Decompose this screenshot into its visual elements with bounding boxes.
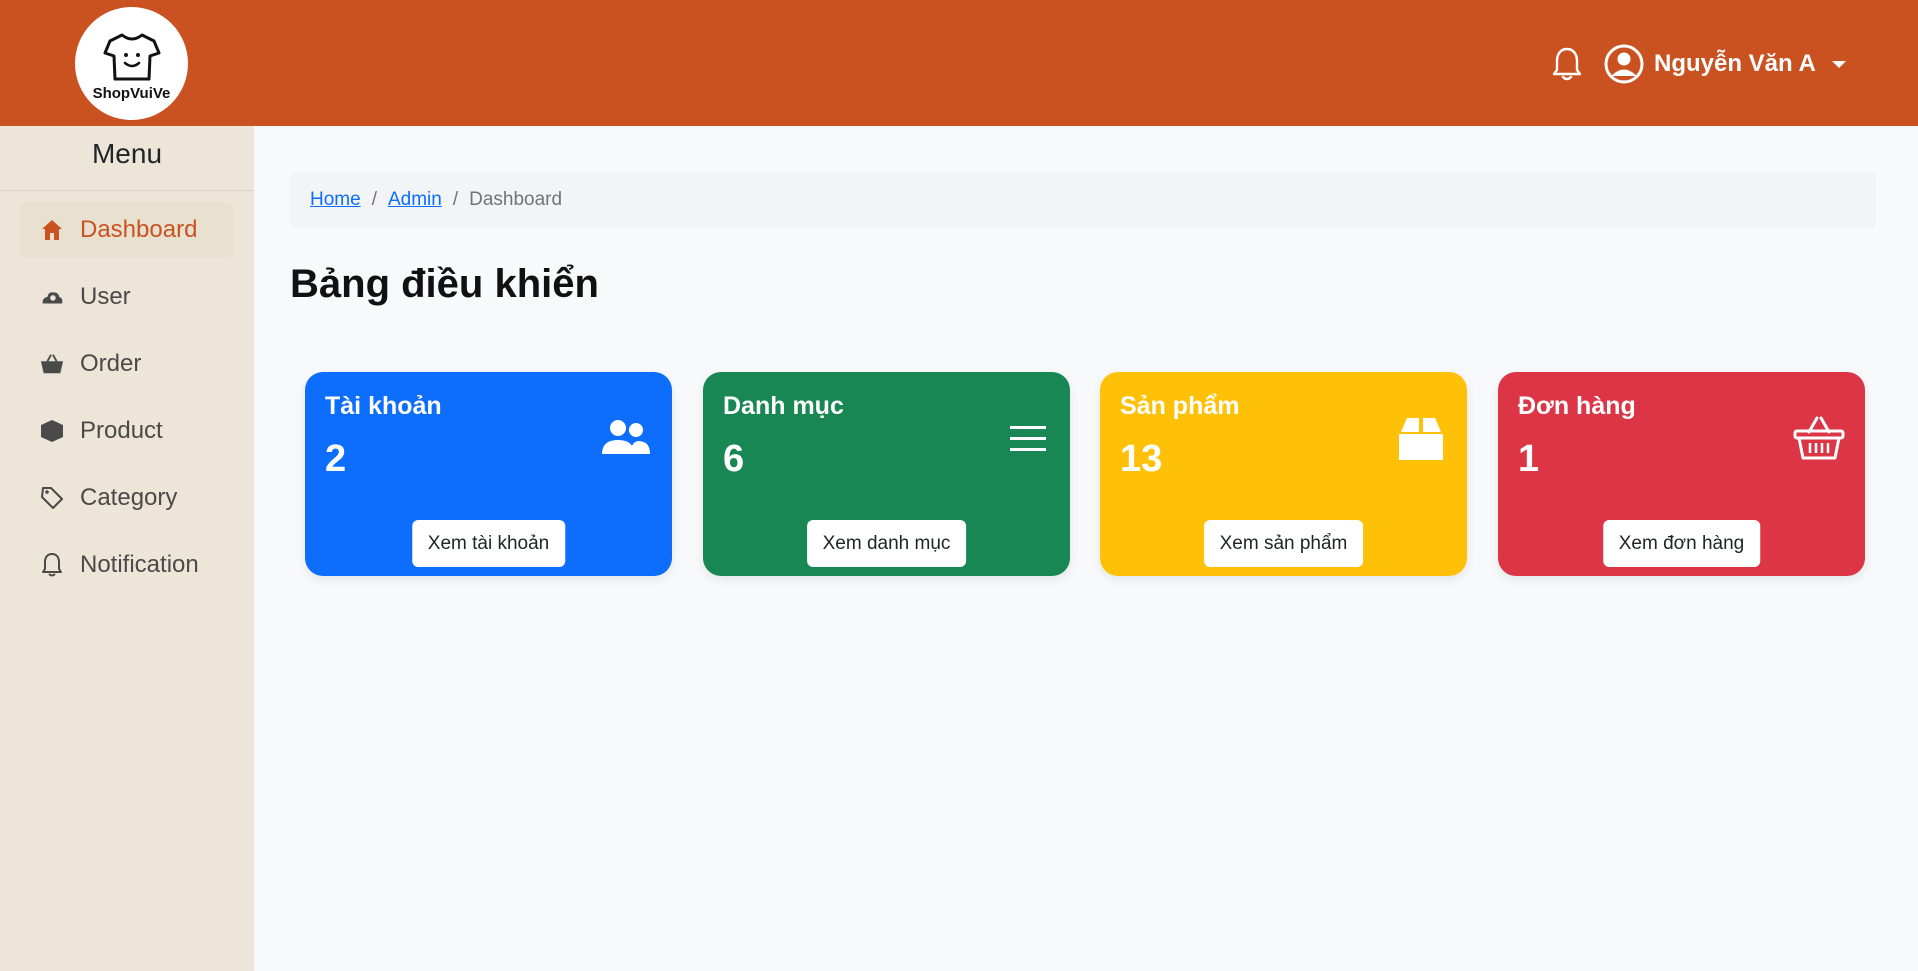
logo-text: ShopVuiVe xyxy=(92,85,171,102)
stat-card-products: Sản phẩm 13 Xem sản phẩm xyxy=(1100,372,1467,576)
breadcrumb-current: Dashboard xyxy=(469,189,563,210)
card-value: 6 xyxy=(723,438,745,480)
sidebar-item-product[interactable]: Product xyxy=(20,403,234,459)
house-icon xyxy=(40,218,64,242)
view-orders-button[interactable]: Xem đơn hàng xyxy=(1602,520,1761,567)
breadcrumb-home-link[interactable]: Home xyxy=(310,189,361,211)
sidebar-item-user[interactable]: User xyxy=(20,269,234,325)
view-products-button[interactable]: Xem sản phẩm xyxy=(1203,520,1364,567)
user-name: Nguyễn Văn A xyxy=(1654,50,1816,77)
view-categories-button[interactable]: Xem danh mục xyxy=(806,520,967,567)
user-dropdown[interactable]: Nguyễn Văn A xyxy=(1604,42,1846,86)
sidebar-item-label: User xyxy=(80,283,131,310)
tshirt-smile-icon xyxy=(103,33,160,81)
top-header: ShopVuiVe Nguyễn Văn A xyxy=(0,0,1918,126)
sidebar-item-label: Dashboard xyxy=(80,216,198,243)
chevron-down-icon xyxy=(1831,60,1846,68)
list-icon xyxy=(1010,426,1046,451)
card-value: 13 xyxy=(1120,438,1163,480)
sidebar-item-label: Category xyxy=(80,484,178,511)
basket-icon xyxy=(40,352,64,376)
user-circle-icon xyxy=(1604,44,1644,84)
bell-icon[interactable] xyxy=(1551,46,1583,82)
stat-card-categories: Danh mục 6 Xem danh mục xyxy=(703,372,1070,576)
card-value: 1 xyxy=(1518,438,1540,480)
stat-card-accounts: Tài khoản 2 Xem tài khoản xyxy=(305,372,672,576)
breadcrumb: Home / Admin / Dashboard xyxy=(290,172,1876,228)
sidebar-item-label: Notification xyxy=(80,551,199,578)
page-title: Bảng điều khiển xyxy=(290,262,599,306)
card-title: Tài khoản xyxy=(325,392,442,420)
basket-icon xyxy=(1793,416,1845,460)
box-icon xyxy=(1399,418,1443,460)
card-title: Danh mục xyxy=(723,392,844,420)
view-accounts-button[interactable]: Xem tài khoản xyxy=(411,520,566,567)
stat-card-orders: Đơn hàng 1 Xem đơn hàng xyxy=(1498,372,1865,576)
sidebar-item-order[interactable]: Order xyxy=(20,336,234,392)
breadcrumb-separator: / xyxy=(371,189,377,210)
card-title: Sản phẩm xyxy=(1120,392,1240,420)
sidebar: Menu Dashboard User Order Product Catego… xyxy=(0,126,254,971)
card-value: 2 xyxy=(325,438,347,480)
card-title: Đơn hàng xyxy=(1518,392,1636,420)
breadcrumb-admin-link[interactable]: Admin xyxy=(388,189,442,211)
sidebar-title: Menu xyxy=(0,126,254,191)
tag-icon xyxy=(40,486,64,510)
sidebar-item-label: Product xyxy=(80,417,163,444)
user-cloud-icon xyxy=(40,285,64,309)
sidebar-item-dashboard[interactable]: Dashboard xyxy=(20,202,234,258)
sidebar-item-label: Order xyxy=(80,350,142,377)
sidebar-item-notification[interactable]: Notification xyxy=(20,537,234,593)
bell-icon xyxy=(40,553,64,577)
breadcrumb-separator: / xyxy=(452,189,459,210)
sidebar-item-category[interactable]: Category xyxy=(20,470,234,526)
box-icon xyxy=(40,419,64,443)
users-icon xyxy=(602,420,650,454)
logo[interactable]: ShopVuiVe xyxy=(75,7,188,120)
